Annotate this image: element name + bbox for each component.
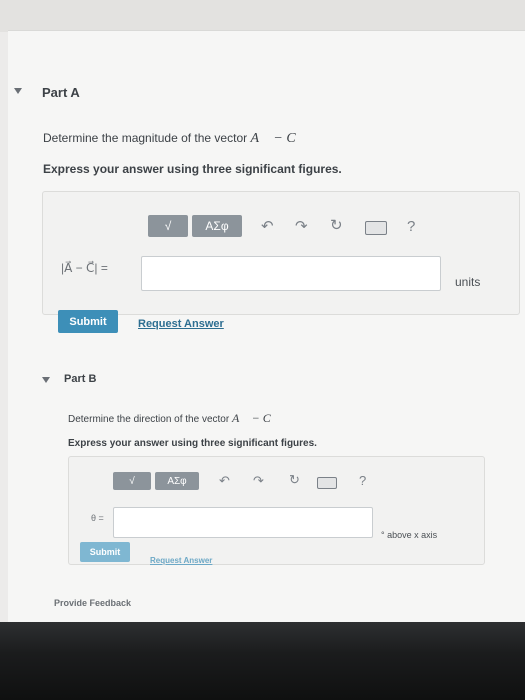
part-b-question: Determine the direction of the vector A⃗… — [68, 411, 280, 426]
part-b-answer-input[interactable] — [113, 507, 373, 538]
reset-icon[interactable]: ↻ — [289, 473, 300, 486]
help-icon[interactable]: ? — [407, 219, 415, 234]
part-a-question: Determine the magnitude of the vector A⃗… — [43, 131, 307, 147]
matrix-sqrt-icon: √ — [164, 219, 172, 233]
collapse-part-b-icon[interactable] — [42, 377, 50, 383]
part-a-request-answer-link[interactable]: Request Answer — [138, 318, 224, 330]
keyboard-icon[interactable] — [365, 221, 387, 235]
redo-icon[interactable]: ↷ — [253, 474, 264, 487]
part-a-answer-label: |A⃗ − C⃗| = — [61, 261, 108, 275]
device-bezel — [0, 622, 525, 700]
part-b-units-label: ° above x axis — [381, 530, 438, 540]
undo-icon[interactable]: ↶ — [219, 474, 230, 487]
collapse-part-a-icon[interactable] — [14, 88, 22, 94]
part-b-instruction: Express your answer using three signific… — [68, 438, 317, 449]
part-b-vector-expression: A⃗ − C⃗ — [231, 411, 281, 425]
part-b-title: Part B — [64, 373, 97, 385]
reset-icon[interactable]: ↻ — [330, 218, 343, 233]
greek-symbols-button[interactable]: ΑΣφ — [155, 472, 199, 490]
part-a-question-text: Determine the magnitude of the vector — [43, 131, 251, 145]
templates-button[interactable]: √ — [148, 215, 188, 237]
templates-button[interactable]: √ — [113, 472, 151, 490]
part-a-submit-button[interactable]: Submit — [58, 310, 118, 333]
keyboard-icon[interactable] — [317, 477, 337, 489]
provide-feedback-link[interactable]: Provide Feedback — [54, 598, 131, 608]
part-a-answer-input[interactable] — [141, 256, 441, 291]
greek-symbols-label: ΑΣφ — [205, 219, 229, 233]
part-a-instruction: Express your answer using three signific… — [43, 162, 342, 176]
greek-symbols-button[interactable]: ΑΣφ — [192, 215, 242, 237]
greek-symbols-label: ΑΣφ — [167, 475, 187, 487]
redo-icon[interactable]: ↷ — [295, 219, 308, 234]
part-a-title: Part A — [42, 85, 80, 100]
part-a-vector-expression: A⃗ − C⃗ — [250, 131, 307, 146]
part-b-answer-label: θ = — [91, 513, 104, 523]
part-b-submit-button[interactable]: Submit — [80, 542, 130, 562]
undo-icon[interactable]: ↶ — [261, 219, 274, 234]
part-b-request-answer-link[interactable]: Request Answer — [150, 556, 212, 565]
part-b-question-text: Determine the direction of the vector — [68, 414, 232, 425]
browser-top-band — [0, 0, 525, 32]
part-a-answer-box: √ ΑΣφ ↶ ↷ ↻ ? |A⃗ − C⃗| = units — [42, 191, 520, 315]
problem-page: Part A Determine the magnitude of the ve… — [8, 30, 525, 631]
part-a-units-field[interactable]: units — [455, 275, 480, 289]
help-icon[interactable]: ? — [359, 474, 366, 487]
part-b-answer-box: √ ΑΣφ ↶ ↷ ↻ ? θ = ° above x axis — [68, 456, 485, 565]
matrix-sqrt-icon: √ — [129, 475, 135, 487]
